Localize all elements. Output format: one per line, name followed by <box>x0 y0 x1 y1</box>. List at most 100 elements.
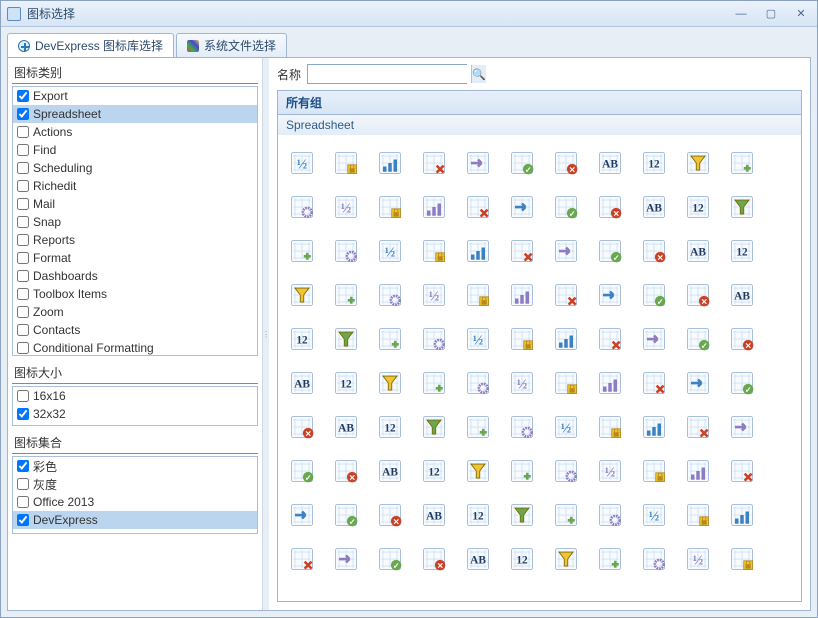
icon-item[interactable]: 12 <box>678 187 718 227</box>
icon-item[interactable] <box>546 539 586 579</box>
icon-item[interactable]: AB <box>590 143 630 183</box>
icon-item[interactable] <box>678 495 718 535</box>
icon-item[interactable] <box>326 319 366 359</box>
icon-item[interactable] <box>370 143 410 183</box>
icon-item[interactable] <box>282 539 322 579</box>
search-input[interactable] <box>308 65 471 83</box>
list-item[interactable]: 彩色 <box>13 457 257 475</box>
icon-item[interactable] <box>414 231 454 271</box>
icon-item[interactable] <box>502 495 542 535</box>
list-item[interactable]: Export <box>13 87 257 105</box>
checkbox[interactable] <box>17 198 29 210</box>
checkbox[interactable] <box>17 496 29 508</box>
icon-item[interactable]: AB <box>326 407 366 447</box>
checkbox[interactable] <box>17 90 29 102</box>
list-item[interactable]: Contacts <box>13 321 257 339</box>
checkbox[interactable] <box>17 180 29 192</box>
list-item[interactable]: Toolbox Items <box>13 285 257 303</box>
icon-item[interactable]: ✓ <box>282 451 322 491</box>
icon-item[interactable]: ✕ <box>326 451 366 491</box>
checkbox[interactable] <box>17 324 29 336</box>
list-item[interactable]: 16x16 <box>13 387 257 405</box>
icon-item[interactable]: AB <box>370 451 410 491</box>
icon-item[interactable] <box>370 363 410 403</box>
icon-item[interactable]: ✓ <box>634 275 674 315</box>
icon-item[interactable]: 12 <box>502 539 542 579</box>
icon-item[interactable]: 12 <box>282 319 322 359</box>
checkbox[interactable] <box>17 252 29 264</box>
icon-item[interactable] <box>458 231 498 271</box>
checkbox[interactable] <box>17 478 29 490</box>
icon-item[interactable]: ✕ <box>634 231 674 271</box>
icon-item[interactable] <box>546 231 586 271</box>
icon-item[interactable] <box>502 407 542 447</box>
icon-item[interactable] <box>678 451 718 491</box>
icon-item[interactable]: ✕ <box>722 319 762 359</box>
icon-item[interactable] <box>326 539 366 579</box>
icon-item[interactable]: ✓ <box>326 495 366 535</box>
list-item[interactable]: Find <box>13 141 257 159</box>
icon-item[interactable] <box>414 407 454 447</box>
icon-item[interactable] <box>590 539 630 579</box>
icon-item[interactable]: 12 <box>722 231 762 271</box>
icon-item[interactable] <box>414 363 454 403</box>
icon-item[interactable] <box>722 495 762 535</box>
search-icon[interactable]: 🔍 <box>471 65 486 83</box>
checkbox[interactable] <box>17 270 29 282</box>
icon-item[interactable]: ✕ <box>370 495 410 535</box>
icon-item[interactable]: ✓ <box>678 319 718 359</box>
icon-item[interactable]: ✕ <box>282 407 322 447</box>
icon-item[interactable] <box>722 143 762 183</box>
icon-item[interactable] <box>458 451 498 491</box>
icon-item[interactable] <box>634 539 674 579</box>
list-item[interactable]: 灰度 <box>13 475 257 493</box>
icon-item[interactable]: ½ <box>502 363 542 403</box>
icon-item[interactable]: ½ <box>546 407 586 447</box>
list-item[interactable]: Conditional Formatting <box>13 339 257 356</box>
icon-item[interactable] <box>414 187 454 227</box>
size-list[interactable]: 16x1632x32 <box>12 386 258 426</box>
icon-item[interactable] <box>502 187 542 227</box>
icon-item[interactable] <box>282 275 322 315</box>
icon-item[interactable] <box>678 143 718 183</box>
checkbox[interactable] <box>17 144 29 156</box>
icon-item[interactable]: 12 <box>370 407 410 447</box>
icon-item[interactable]: ½ <box>326 187 366 227</box>
icon-item[interactable] <box>282 187 322 227</box>
icon-item[interactable] <box>678 363 718 403</box>
icon-item[interactable]: AB <box>414 495 454 535</box>
icon-item[interactable] <box>326 231 366 271</box>
icon-item[interactable] <box>590 495 630 535</box>
checkbox[interactable] <box>17 234 29 246</box>
checkbox[interactable] <box>17 126 29 138</box>
icon-item[interactable]: ✕ <box>678 275 718 315</box>
icon-item[interactable] <box>546 319 586 359</box>
icon-item[interactable]: AB <box>634 187 674 227</box>
icon-item[interactable] <box>590 407 630 447</box>
icon-item[interactable] <box>634 319 674 359</box>
tab-devexpress-library[interactable]: DevExpress 图标库选择 <box>7 33 174 57</box>
checkbox[interactable] <box>17 460 29 472</box>
checkbox[interactable] <box>17 408 29 420</box>
checkbox[interactable] <box>17 514 29 526</box>
icon-item[interactable]: ✓ <box>722 363 762 403</box>
icon-item[interactable] <box>370 187 410 227</box>
icon-item[interactable] <box>414 319 454 359</box>
icon-item[interactable]: ½ <box>282 143 322 183</box>
icon-item[interactable]: ✓ <box>502 143 542 183</box>
icon-item[interactable]: ✓ <box>370 539 410 579</box>
icon-item[interactable]: ✕ <box>414 539 454 579</box>
icon-item[interactable] <box>546 451 586 491</box>
icon-item[interactable] <box>458 407 498 447</box>
icon-item[interactable] <box>634 363 674 403</box>
icon-item[interactable] <box>370 319 410 359</box>
checkbox[interactable] <box>17 306 29 318</box>
list-item[interactable]: 32x32 <box>13 405 257 423</box>
icon-item[interactable] <box>722 407 762 447</box>
icon-item[interactable] <box>546 275 586 315</box>
list-item[interactable]: DevExpress <box>13 511 257 529</box>
icon-item[interactable] <box>502 319 542 359</box>
category-list[interactable]: ExportSpreadsheetActionsFindSchedulingRi… <box>12 86 258 356</box>
icon-item[interactable]: AB <box>458 539 498 579</box>
icon-item[interactable]: AB <box>722 275 762 315</box>
